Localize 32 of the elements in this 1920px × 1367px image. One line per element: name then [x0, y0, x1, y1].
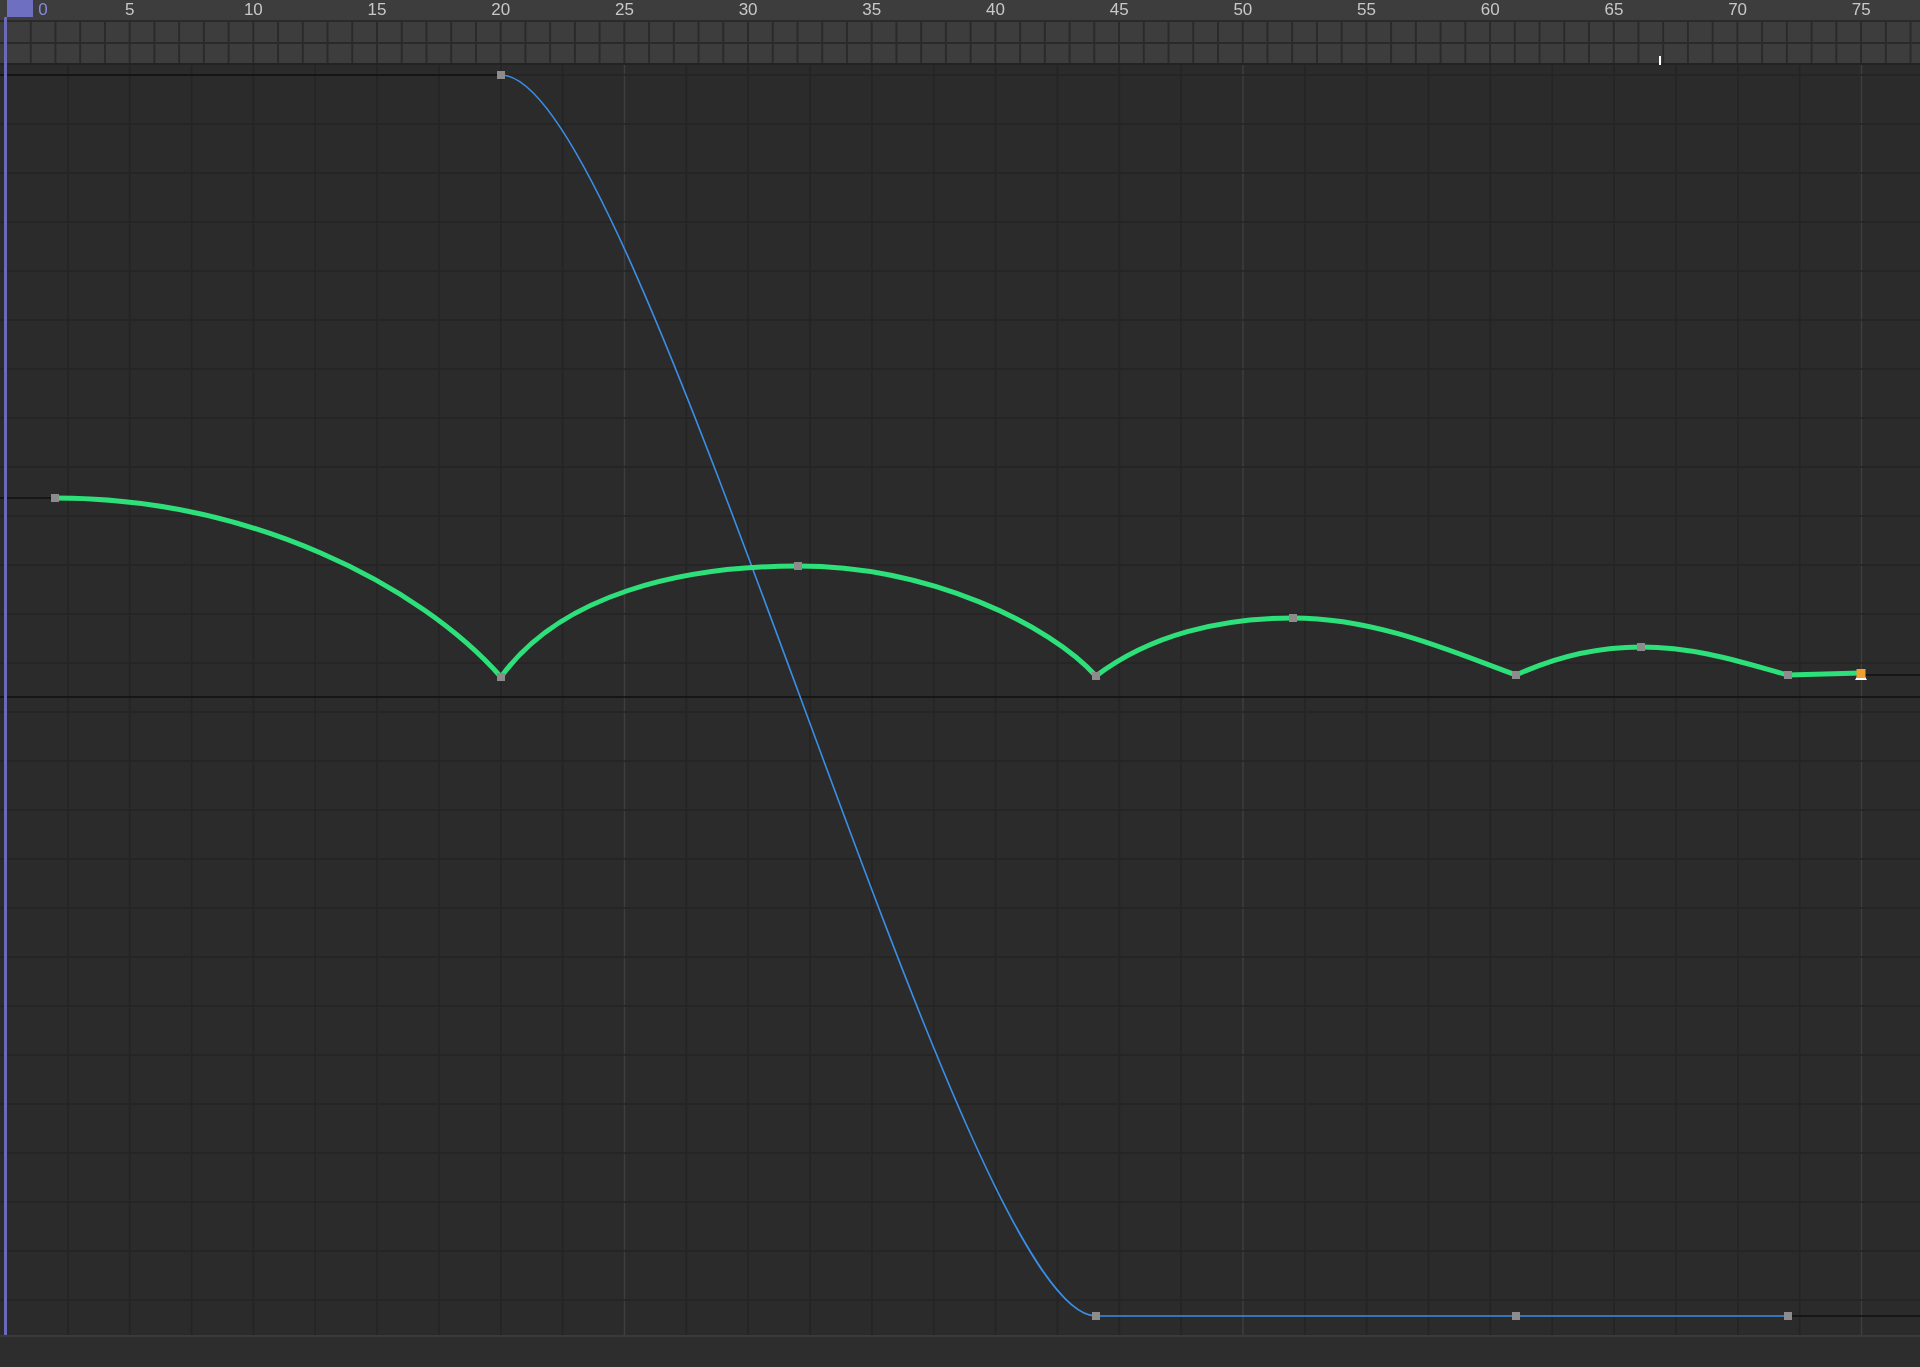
ruler-label: 15: [367, 0, 387, 20]
ruler-label: 60: [1480, 0, 1500, 20]
keyframe-handle[interactable]: [1512, 1312, 1520, 1320]
playhead-marker[interactable]: [7, 0, 33, 17]
keyframe-handle[interactable]: [794, 562, 802, 570]
keyframe-handle[interactable]: [51, 494, 59, 502]
ruler-label: 25: [614, 0, 634, 20]
keyframe-handle[interactable]: [1855, 669, 1867, 680]
ruler-label: 55: [1357, 0, 1376, 20]
keyframe-handle[interactable]: [1512, 671, 1520, 679]
keyframe-handle[interactable]: [1289, 614, 1297, 622]
keyframe-handle[interactable]: [1784, 671, 1792, 679]
keyframe-handle[interactable]: [1637, 643, 1645, 651]
ruler-label: 10: [243, 0, 263, 20]
keyframe-handle[interactable]: [497, 673, 505, 681]
ruler-label: 45: [1109, 0, 1129, 20]
ruler-label: 35: [862, 0, 882, 20]
ruler-label: 65: [1604, 0, 1624, 20]
ruler-label: 75: [1851, 0, 1871, 20]
ruler-label: 70: [1728, 0, 1748, 20]
animation-curve[interactable]: [51, 494, 1867, 681]
ruler-label: 30: [738, 0, 758, 20]
keyframe-handle[interactable]: [497, 71, 505, 79]
ruler-label: 0: [38, 0, 48, 20]
ruler-tick-mark: [1659, 56, 1661, 65]
keyframe-handle[interactable]: [1784, 1312, 1792, 1320]
ruler-label: 40: [986, 0, 1005, 20]
ruler-label: 20: [491, 0, 511, 20]
keyframe-handle[interactable]: [1092, 1312, 1100, 1320]
ruler-label: 5: [124, 0, 135, 20]
ruler-label: 50: [1233, 0, 1253, 20]
keyframe-handle[interactable]: [1092, 672, 1100, 680]
